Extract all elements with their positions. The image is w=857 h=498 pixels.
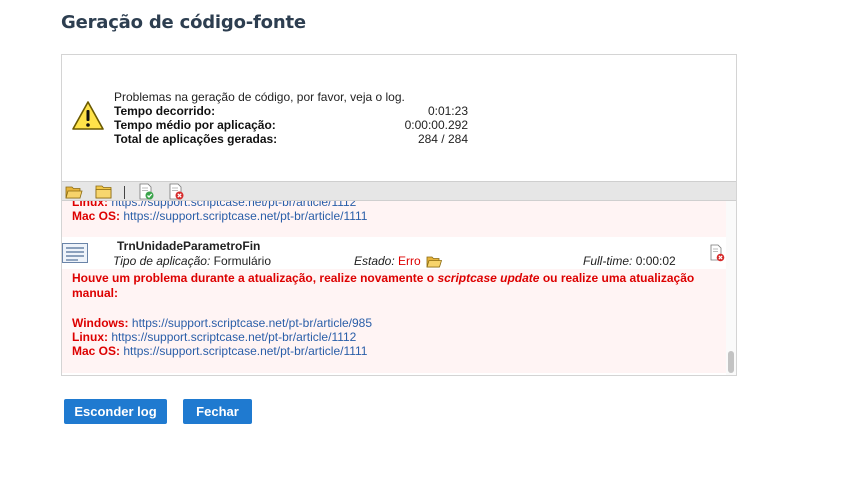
support-link-windows[interactable]: https://support.scriptcase.net/pt-br/art… — [132, 316, 372, 330]
app-state: Estado: Erro — [354, 254, 443, 268]
error-command: scriptcase update — [437, 271, 540, 285]
app-type-value: Formulário — [213, 254, 271, 268]
log-toolbar — [62, 181, 736, 201]
page: Geração de código-fonte Problemas na ger… — [0, 0, 857, 498]
log-line-linux: Linux: https://support.scriptcase.net/pt… — [72, 330, 356, 344]
stat-value: 0:01:23 — [427, 104, 468, 118]
app-state-value: Erro — [398, 254, 421, 268]
app-name: TrnUnidadeParametroFin — [117, 239, 261, 253]
error-text: Houve um problema durante a atualização,… — [72, 271, 438, 285]
stat-label: Tempo decorrido: — [114, 104, 216, 118]
os-label: Linux: — [72, 201, 108, 209]
stat-value: 284 / 284 — [417, 132, 468, 146]
hide-log-button[interactable]: Esconder log — [64, 399, 167, 424]
document-check-icon[interactable] — [137, 183, 155, 200]
stat-value: 0:00:00.292 — [404, 118, 468, 132]
stat-label: Total de aplicações geradas: — [114, 132, 278, 146]
app-type-label: Tipo de aplicação: — [113, 254, 211, 268]
log-entry-header: TrnUnidadeParametroFin Tipo de aplicação… — [62, 237, 726, 269]
log-line-linux: Linux: https://support.scriptcase.net/pt… — [72, 201, 356, 209]
support-link-linux[interactable]: https://support.scriptcase.net/pt-br/art… — [111, 201, 356, 209]
error-message: Houve um problema durante a atualização,… — [72, 271, 712, 301]
summary-message: Problemas na geração de código, por favo… — [114, 90, 405, 104]
folder-open-icon[interactable] — [65, 183, 83, 200]
os-label: Mac OS: — [72, 209, 121, 223]
app-type: Tipo de aplicação: Formulário — [113, 254, 271, 268]
toolbar-separator — [124, 186, 125, 199]
support-link-linux[interactable]: https://support.scriptcase.net/pt-br/art… — [111, 330, 356, 344]
log-line-mac: Mac OS: https://support.scriptcase.net/p… — [72, 209, 367, 223]
app-fulltime-value: 0:00:02 — [635, 254, 676, 268]
folder-icon[interactable] — [95, 183, 113, 200]
close-button[interactable]: Fechar — [183, 399, 252, 424]
log-entry-previous: Linux: https://support.scriptcase.net/pt… — [62, 201, 726, 237]
stat-average-time: Tempo médio por aplicação: 0:00:00.292 — [114, 118, 468, 132]
support-link-mac[interactable]: https://support.scriptcase.net/pt-br/art… — [123, 209, 367, 223]
form-app-icon — [62, 243, 88, 263]
app-state-label: Estado: — [354, 254, 395, 268]
log-entry-error: Houve um problema durante a atualização,… — [62, 269, 726, 373]
document-error-icon[interactable] — [709, 244, 725, 262]
log-line-mac: Mac OS: https://support.scriptcase.net/p… — [72, 344, 367, 358]
warning-icon — [72, 101, 104, 130]
stat-total-generated: Total de aplicações geradas: 284 / 284 — [114, 132, 468, 146]
log-line-windows: Windows: https://support.scriptcase.net/… — [72, 316, 372, 330]
summary-stats: Tempo decorrido: 0:01:23 Tempo médio por… — [114, 104, 468, 146]
app-fulltime: Full-time: 0:00:02 — [583, 254, 676, 268]
os-label: Mac OS: — [72, 344, 121, 358]
scrollbar-thumb[interactable] — [728, 351, 734, 373]
generation-panel: Problemas na geração de código, por favo… — [61, 54, 737, 376]
os-label: Windows: — [72, 316, 129, 330]
app-fulltime-label: Full-time: — [583, 254, 633, 268]
document-error-icon[interactable] — [167, 183, 185, 200]
stat-elapsed-time: Tempo decorrido: 0:01:23 — [114, 104, 468, 118]
stat-label: Tempo médio por aplicação: — [114, 118, 276, 132]
os-label: Linux: — [72, 330, 108, 344]
summary-section: Problemas na geração de código, por favo… — [62, 55, 736, 181]
page-title: Geração de código-fonte — [61, 12, 306, 33]
folder-open-icon[interactable] — [426, 254, 443, 268]
log-scrollbar[interactable] — [726, 201, 736, 375]
support-link-mac[interactable]: https://support.scriptcase.net/pt-br/art… — [123, 344, 367, 358]
log-area[interactable]: Linux: https://support.scriptcase.net/pt… — [62, 201, 736, 375]
